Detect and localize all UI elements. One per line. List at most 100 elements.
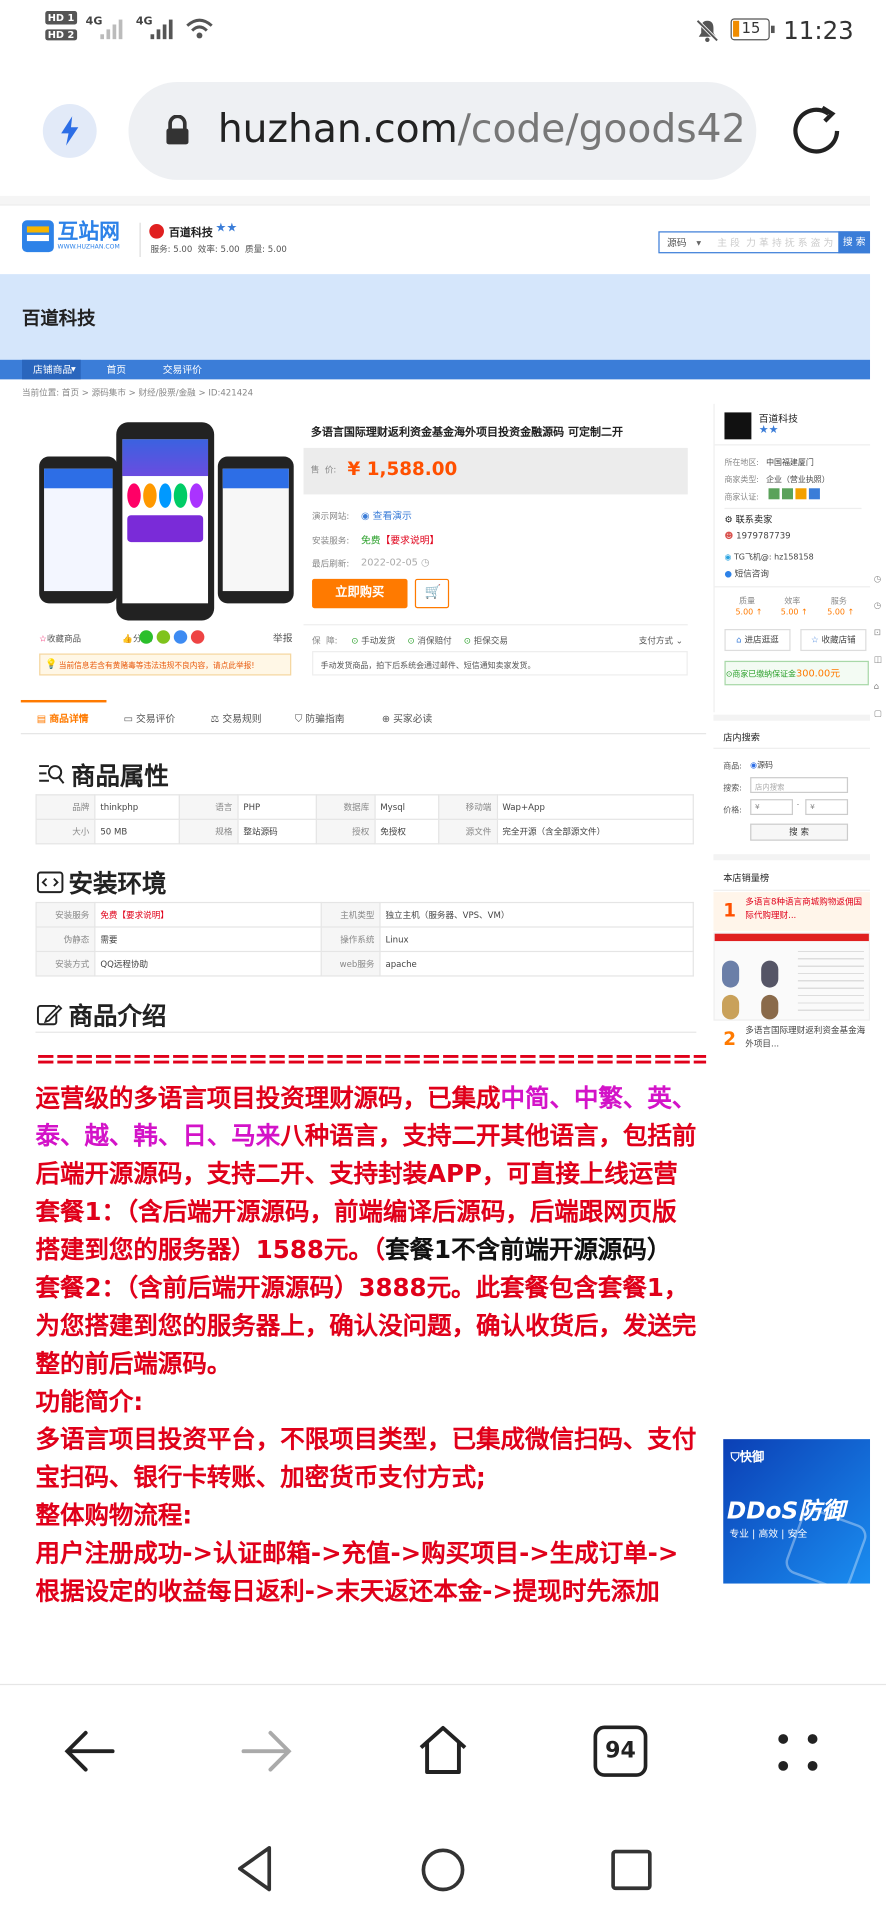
battery-level: 15 (741, 19, 761, 37)
edit-icon (36, 1004, 63, 1025)
lightning-icon[interactable] (42, 104, 97, 158)
back-icon[interactable] (61, 1726, 117, 1777)
shop-stars: ★★ (215, 221, 238, 235)
telegram-icon: ◉ (724, 551, 734, 562)
delivery-note-box: 手动发货商品，拍下后系统会通过邮件、短信通知卖家发货。 (312, 651, 688, 676)
guarantee-label: 保 障: (312, 636, 338, 647)
contact-title: ⚙ 联系卖家 (724, 513, 773, 525)
cart-button[interactable]: 🛒 (414, 578, 450, 609)
reload-icon[interactable] (788, 103, 844, 159)
breadcrumb[interactable]: 当前位置: 首页 > 源码集市 > 财经/股票/金融 > ID:421424 (22, 387, 253, 399)
buy-now-button[interactable]: 立即购买 (312, 578, 408, 609)
cert-label: 商家认证: (724, 491, 759, 502)
logo-sub: WWW.HUZHAN.COM (57, 243, 120, 251)
telegram-item[interactable]: ◉ TG飞机@: hz158158 (724, 549, 813, 562)
cert-icons (768, 488, 820, 500)
divider (35, 1031, 697, 1033)
nav-item-reviews[interactable]: 交易评价 (163, 363, 202, 376)
menu-icon[interactable] (773, 1730, 822, 1774)
system-home-icon[interactable] (419, 1845, 468, 1894)
clock-icon: ◷ (421, 556, 430, 568)
shop-search-title: 店内搜索 (723, 731, 760, 743)
tab-rules[interactable]: ⚖ 交易规则 (210, 712, 261, 725)
message-icon: ● (724, 569, 735, 579)
price-label: 售 价: (310, 465, 337, 475)
tab-reviews[interactable]: ▭ 交易评价 (124, 712, 176, 725)
plus-circle-icon: ⊕ (381, 713, 394, 725)
product-image-phone[interactable] (116, 422, 215, 621)
attributes-heading: 商品属性 (37, 756, 169, 791)
price-to-input[interactable]: ¥ (805, 799, 849, 816)
nav-item-goods[interactable]: 店铺商品 (33, 363, 72, 376)
ranking-item[interactable]: 2 多语言国际理财返利资金基金海外项目... (713, 1023, 870, 1060)
shop-name[interactable]: 百道科技 (169, 224, 213, 240)
price-from-input[interactable]: ¥ (750, 799, 793, 816)
top-strip (0, 195, 871, 206)
floating-toolbar-edge[interactable]: ◷ ◷ ⊡ ◫ ⌂ ▢ (874, 565, 886, 810)
type-radio[interactable]: ◉源码 (750, 758, 773, 770)
shop-search-card: 店内搜索 商品: ◉源码 搜索: 店内搜索 价格: ¥ - ¥ 搜 索 (713, 714, 871, 850)
system-recents-icon[interactable] (609, 1848, 653, 1892)
report-link[interactable]: 举报 (273, 631, 293, 644)
ad-banner[interactable]: ⛉快御 DDoS防御 专业 | 高效 | 安全 (723, 1439, 871, 1584)
ranking-item-title: 多语言国际理财返利资金基金海外项目... (745, 1025, 866, 1049)
url-text[interactable]: huzhan.com/code/goods4214 (218, 105, 742, 152)
environment-heading: 安装环境 (36, 864, 166, 899)
ad-brand: ⛉快御 (730, 1451, 765, 1465)
system-back-icon[interactable] (233, 1843, 277, 1894)
demo-link[interactable]: ◉ 查看演示 (361, 509, 412, 522)
shop-nav: 店铺商品 ▼ 首页 交易评价 (0, 359, 871, 380)
forward-icon[interactable] (239, 1726, 295, 1777)
intro-paragraph: 套餐2：（含前后端开源源码）3888元。此套餐包含套餐1，为您搭建到您的服务器上… (35, 1272, 697, 1378)
hd2-badge: HD 2 (45, 29, 77, 41)
search-scope[interactable]: 源码 (667, 236, 687, 249)
notice-bar[interactable]: 💡 当前信息若含有黄赌毒等违法违规不良内容，请点此举报! (39, 653, 292, 676)
table-row: 安装方式 QQ远程协助 web服务 apache (35, 950, 694, 977)
location-label: 所在地区: (724, 457, 759, 468)
tabs-button[interactable]: 94 (593, 1725, 648, 1777)
payment-dropdown[interactable]: 支付方式 ⌄ (639, 635, 683, 647)
tab-details[interactable]: ▤ 商品详情 (37, 712, 89, 725)
user-icon: ☻ (724, 531, 737, 541)
intro-body: 运营级的多语言项目投资理财源码，已集成中简、中繁、英、泰、越、韩、日、马来八种语… (35, 1079, 696, 1610)
nav-item-home[interactable]: 首页 (106, 363, 126, 376)
enter-shop-button[interactable]: ⌂ 进店逛逛 (724, 629, 791, 652)
intro-heading: 商品介绍 (36, 996, 166, 1031)
shop-search-input[interactable]: 店内搜索 (750, 777, 849, 793)
favorite-shop-button[interactable]: ☆ 收藏店铺 (800, 629, 867, 652)
ranking-card: 本店销量榜 1 多语言8种语言商城购物返佣国际代购理财... 2 多语言国际理财… (713, 854, 871, 1467)
deposit-badge: ⊙商家已缴纳保证金300.00元 (724, 660, 869, 686)
favorite-button[interactable]: ☆收藏商品 (39, 633, 81, 645)
qq-icon[interactable] (173, 630, 188, 644)
price-value: ¥ 1,588.00 (347, 457, 458, 480)
shield-icon: ⛉ (730, 1451, 740, 1465)
home-icon[interactable] (414, 1721, 473, 1780)
search-button[interactable]: 搜 索 (838, 230, 871, 253)
code-icon (36, 870, 64, 893)
url-path: /code/goods4214 (457, 105, 742, 152)
qzone-icon[interactable] (156, 630, 171, 644)
install-note-link[interactable]: 【要求说明】 (381, 535, 440, 546)
phone-item[interactable]: ☻ 1979787739 (724, 531, 790, 541)
intro-paragraph: 功能简介: (35, 1386, 144, 1416)
ranking-item[interactable]: 1 多语言8种语言商城购物返佣国际代购理财... (713, 892, 871, 932)
sms-item[interactable]: ● 短信咨询 (724, 568, 768, 580)
rules-icon: ⚖ (210, 713, 223, 725)
search-input[interactable]: 主 段 力 革 持 抚 系 盗 为 (711, 236, 833, 249)
seller-avatar[interactable] (724, 412, 752, 440)
shield-icon: ⛉ (294, 713, 306, 725)
shop-search-button[interactable]: 搜 索 (750, 823, 849, 841)
product-image-phone[interactable] (39, 456, 118, 604)
type-value: 企业（营业执照） (766, 474, 830, 485)
updated-label: 最后刷新: (312, 559, 350, 570)
tab-buyer-guide[interactable]: ⊕ 买家必读 (382, 712, 432, 725)
tab-anti-fraud[interactable]: ⛉ 防骗指南 (295, 712, 345, 725)
score-label: 质量 (739, 595, 756, 606)
ranking-item-image[interactable] (713, 932, 871, 1021)
type-label: 商家类型: (724, 474, 759, 485)
product-image-phone[interactable] (217, 456, 294, 604)
notice-text: 当前信息若含有黄赌毒等违法违规不良内容，请点此举报! (58, 662, 255, 671)
weibo-icon[interactable] (190, 630, 205, 644)
site-logo[interactable]: 互站网 WWW.HUZHAN.COM (22, 220, 120, 253)
wechat-icon[interactable] (139, 630, 153, 644)
